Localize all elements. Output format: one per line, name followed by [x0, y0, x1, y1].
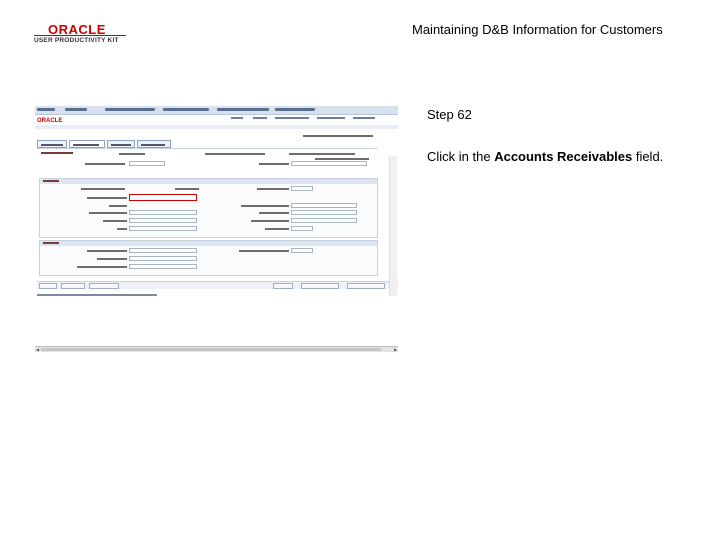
upk-subtitle: USER PRODUCTIVITY KIT [34, 37, 119, 44]
current-section [39, 178, 378, 238]
oracle-upk-logo: ORACLE USER PRODUCTIVITY KIT [34, 22, 126, 48]
step-instruction: Click in the Accounts Receivables field. [427, 149, 663, 164]
app-footer-links [37, 294, 157, 296]
accounts-receivables-field[interactable] [129, 194, 197, 201]
instruction-prefix: Click in the [427, 149, 495, 164]
app-oracle-logo: ORACLE [37, 118, 63, 124]
app-sub-bar [35, 125, 398, 129]
instruction-target: Accounts Receivables [494, 149, 633, 164]
document-title: Maintaining D&B Information for Customer… [412, 22, 663, 37]
app-vertical-scrollbar [389, 156, 397, 296]
previous-section [39, 240, 378, 276]
step-label: Step 62 [427, 107, 472, 122]
logo-rule [34, 35, 126, 36]
app-button-bar [37, 281, 398, 289]
app-nav-bar [35, 106, 398, 115]
app-horizontal-scrollbar: ◀ ▶ [35, 346, 398, 352]
instruction-suffix: field. [632, 149, 664, 164]
application-screenshot: ORACLE ◀ ▶ [35, 106, 398, 353]
